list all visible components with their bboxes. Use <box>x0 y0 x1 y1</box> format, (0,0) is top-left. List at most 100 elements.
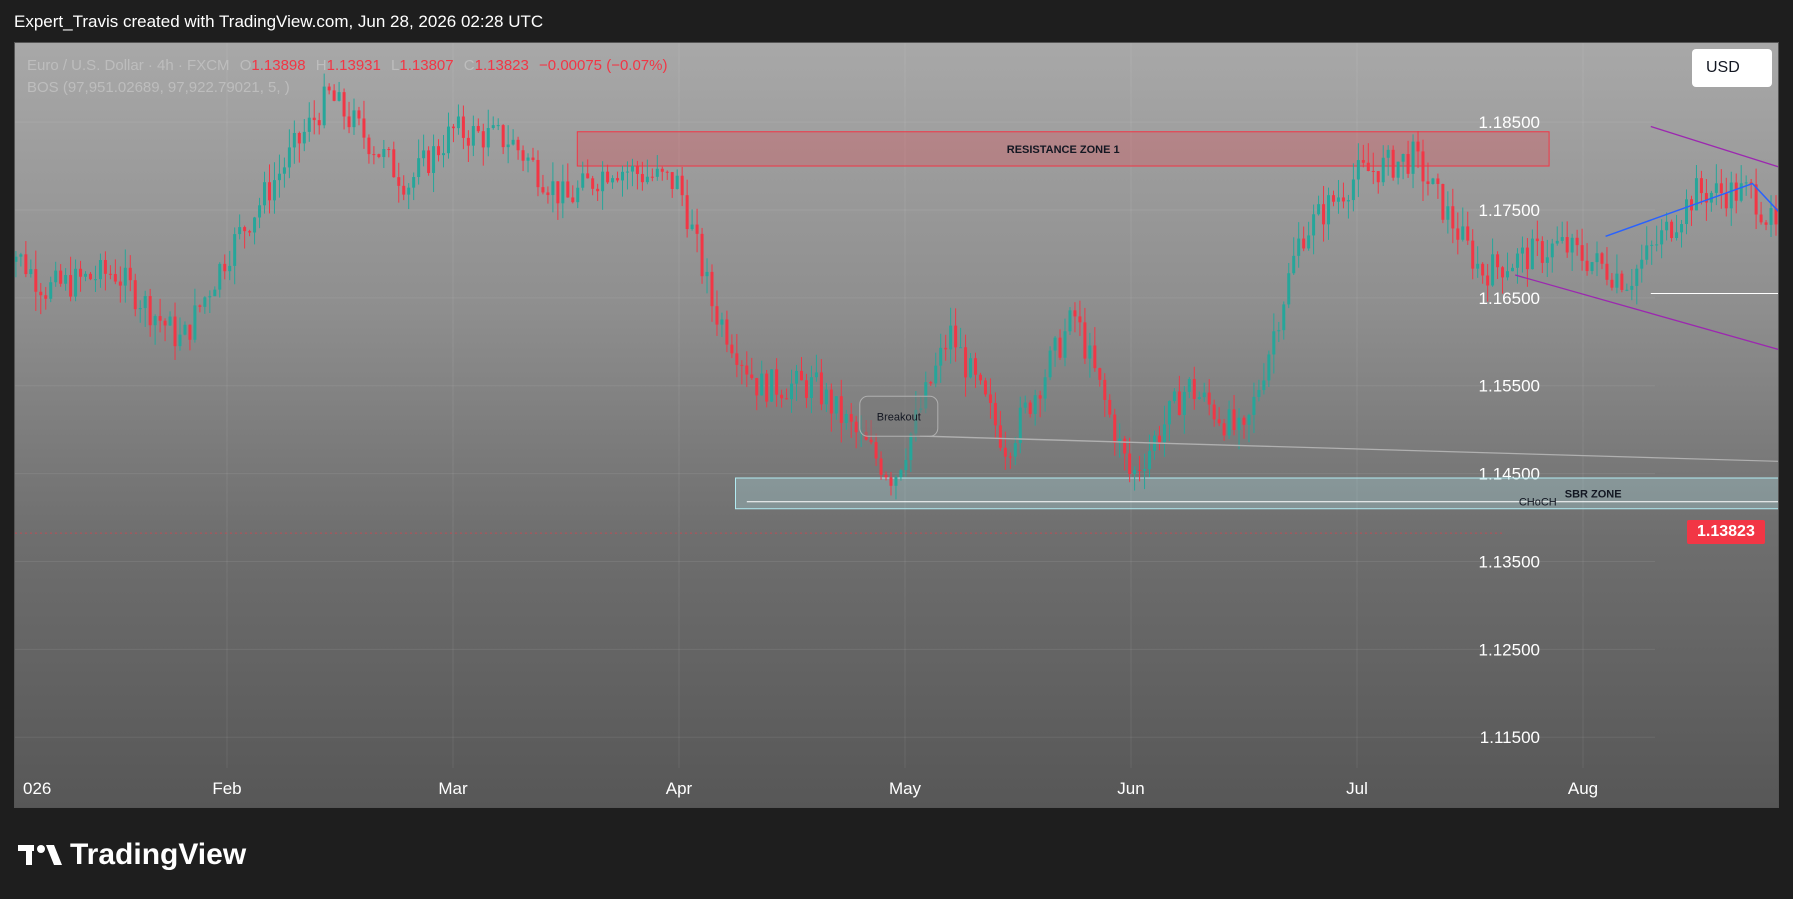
candle-body <box>178 334 182 347</box>
y-tick-label: 1.11500 <box>1480 728 1540 747</box>
candle-body <box>1605 263 1609 280</box>
candle-body <box>1555 240 1559 244</box>
candle-body <box>168 316 172 326</box>
y-tick-label: 1.17500 <box>1479 201 1540 220</box>
candle-body <box>1272 331 1276 355</box>
candle-body <box>1381 157 1385 183</box>
candle-body <box>1083 322 1087 359</box>
candle-body <box>1202 392 1206 398</box>
candle-body <box>665 171 669 173</box>
candle-body <box>1068 310 1072 332</box>
candle-body <box>1003 447 1007 457</box>
open-label: O <box>239 57 252 74</box>
candle-body <box>263 182 267 206</box>
trendline[interactable] <box>1515 274 1779 601</box>
candle-body <box>1351 179 1355 201</box>
candle-body <box>1491 254 1495 286</box>
candle-body <box>1277 330 1281 332</box>
candle-body <box>854 421 858 433</box>
candle-body <box>59 270 63 284</box>
candle-body <box>1018 407 1022 444</box>
close-label: C <box>463 57 475 74</box>
candle-body <box>352 110 356 128</box>
candle-body <box>879 458 883 475</box>
candle-body <box>15 256 18 262</box>
watermark-header: Expert_Travis created with TradingView.c… <box>0 0 1793 42</box>
candle-body <box>1396 161 1400 178</box>
candle-body <box>1182 391 1186 415</box>
candle-body <box>894 477 898 486</box>
candle-body <box>1401 154 1405 162</box>
candle-body <box>1078 316 1082 323</box>
candle-body <box>1063 331 1067 358</box>
candle-body <box>1630 285 1634 290</box>
currency-button[interactable]: USD <box>1692 49 1772 87</box>
candle-body <box>1645 245 1649 260</box>
candle-body <box>1028 402 1032 414</box>
candle-body <box>1123 438 1127 454</box>
candle-body <box>750 374 754 379</box>
tradingview-logo[interactable]: TradingView <box>18 838 246 872</box>
candle-body <box>243 227 247 232</box>
candle-body <box>819 372 823 405</box>
candle-body <box>765 373 769 402</box>
candle-body <box>412 177 416 188</box>
candle-body <box>839 396 843 423</box>
candle-body <box>611 178 615 183</box>
candle-body <box>1197 397 1201 399</box>
candle-body <box>571 197 575 203</box>
candle-body <box>586 173 590 179</box>
candle-body <box>1660 230 1664 245</box>
candle-body <box>108 273 112 275</box>
candle-body <box>1759 214 1763 223</box>
low-value: 1.13807 <box>399 57 454 74</box>
candle-body <box>233 234 237 266</box>
candle-body <box>904 460 908 471</box>
candle-body <box>1471 240 1475 269</box>
candle-body <box>382 149 386 158</box>
candle-body <box>939 347 943 366</box>
candle-body <box>466 137 470 146</box>
candle-body <box>372 154 376 156</box>
symbol-label[interactable]: Euro / U.S. Dollar · 4h · FXCM <box>27 57 230 74</box>
candle-body <box>1565 237 1569 253</box>
candle-body <box>158 316 162 321</box>
candle-body <box>188 324 192 340</box>
candle-body <box>1694 178 1698 211</box>
candle-body <box>929 382 933 384</box>
candle-body <box>785 398 789 400</box>
projection-path[interactable] <box>1605 182 1779 666</box>
candle-body <box>1252 396 1256 415</box>
candle-body <box>735 353 739 365</box>
candle-body <box>1128 453 1132 474</box>
candle-body <box>775 369 779 395</box>
candle-body <box>1769 208 1773 225</box>
candle-body <box>451 126 455 129</box>
y-tick-label: 1.18500 <box>1479 113 1540 132</box>
candle-body <box>1391 149 1395 178</box>
candle-body <box>1177 391 1181 415</box>
chart-area[interactable]: 1.18500 1.17500 1.16500 1.15500 1.14500 1.135… <box>14 42 1779 808</box>
candle-body <box>531 157 535 160</box>
candle-body <box>402 185 406 195</box>
candle-body <box>1346 200 1350 202</box>
candle-body <box>317 120 321 126</box>
candle-body <box>282 167 286 174</box>
candle-body <box>213 289 217 297</box>
candle-body <box>163 320 167 326</box>
indicator-label[interactable]: BOS (97,951.02689, 97,922.79021, 5, ) <box>27 77 667 99</box>
candle-body <box>655 168 659 177</box>
candle-body <box>238 227 242 235</box>
chart-canvas[interactable]: 1.185001.175001.165001.155001.145001.135… <box>15 43 1779 808</box>
candle-body <box>1058 337 1062 358</box>
candle-body <box>606 171 610 183</box>
candle-body <box>93 279 97 281</box>
candle-body <box>1327 195 1331 225</box>
candle-body <box>387 149 391 151</box>
candle-body <box>183 324 187 335</box>
candle-body <box>964 347 968 378</box>
candle-body <box>650 176 654 178</box>
candle-body <box>297 133 301 144</box>
candle-body <box>1133 469 1137 474</box>
candle-body <box>1167 401 1171 425</box>
